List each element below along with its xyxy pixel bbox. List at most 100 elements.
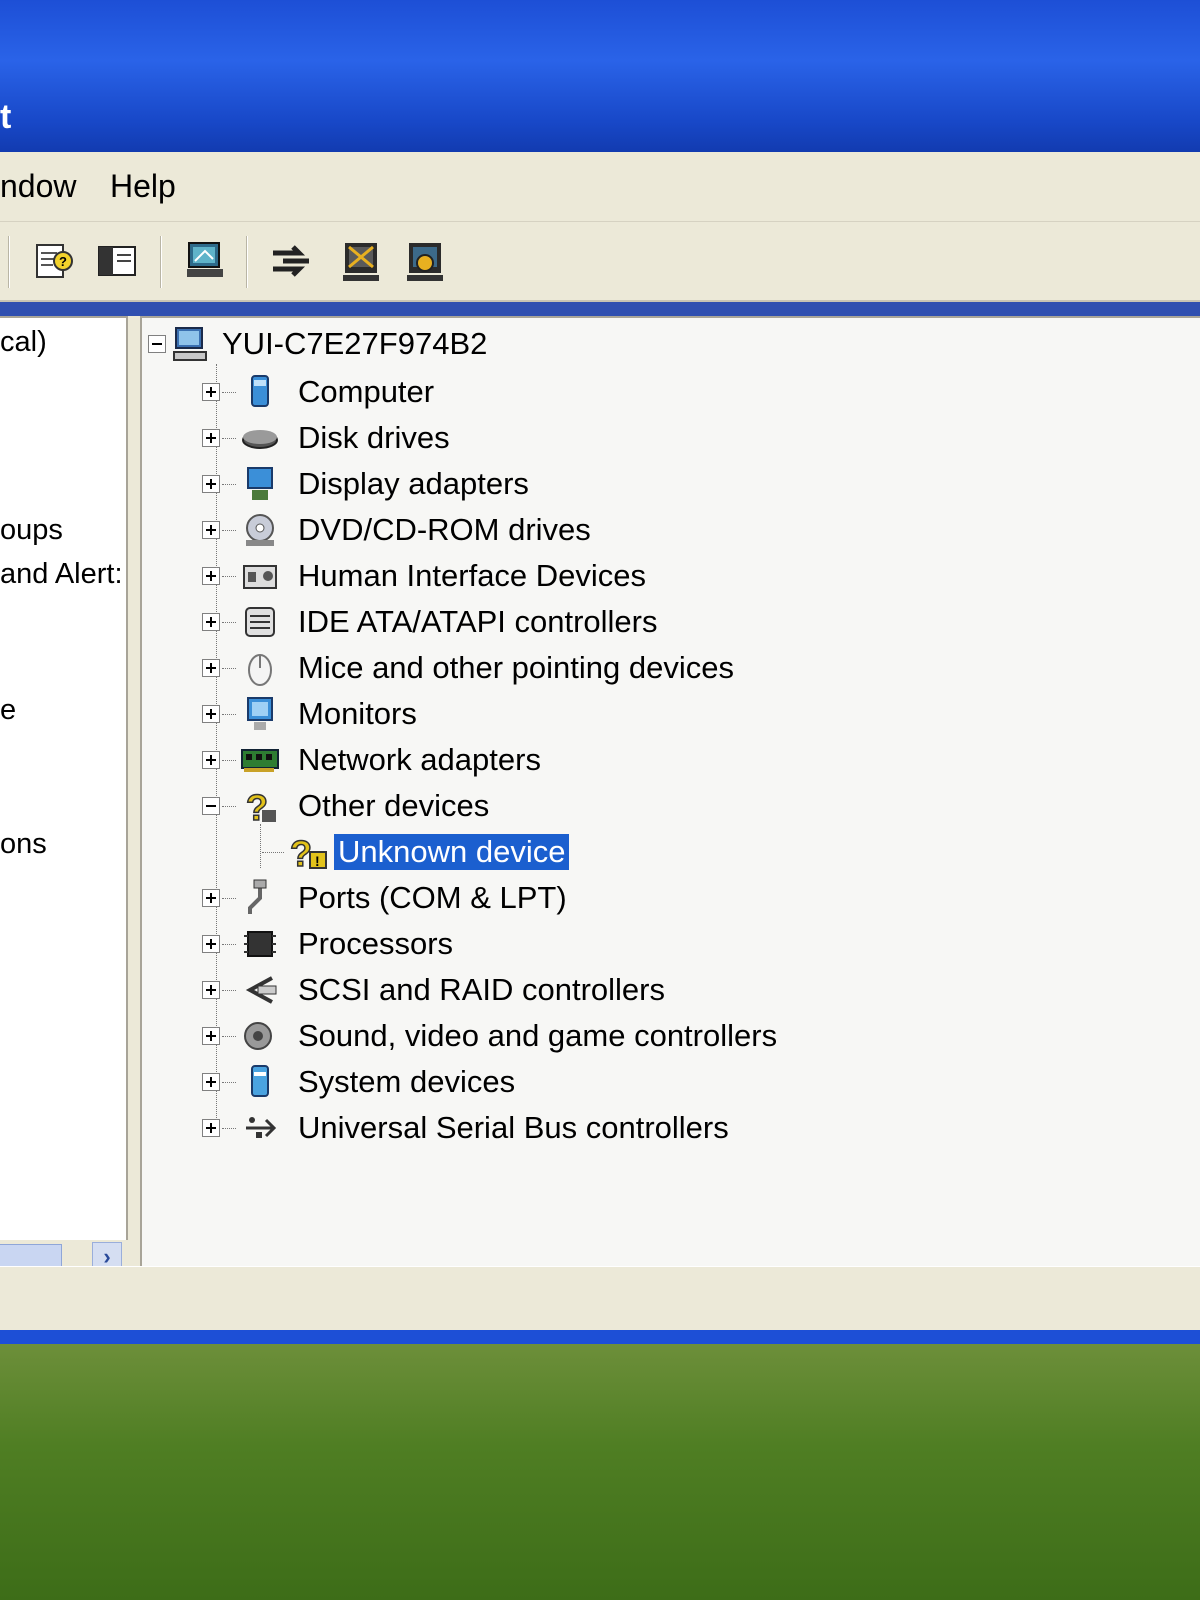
device-category-label: Ports (COM & LPT): [298, 880, 567, 915]
ide-controller-icon: [240, 602, 280, 642]
device-category-label: Sound, video and game controllers: [298, 1018, 778, 1053]
device-tree-pane: YUI-C7E27F974B2 Computer Disk drives Displ…: [140, 316, 1200, 1266]
computer-name: YUI-C7E27F974B2: [222, 326, 488, 361]
device-row[interactable]: ?! Unknown device: [260, 830, 570, 874]
collapse-toggle[interactable]: [148, 335, 166, 353]
device-category-row[interactable]: System devices: [202, 1060, 519, 1104]
toolbar-separator: [160, 236, 162, 288]
expand-toggle[interactable]: [202, 567, 220, 585]
tree-connector: [222, 667, 236, 669]
dvd-drive-icon: [240, 510, 280, 550]
device-category-row[interactable]: Monitors: [202, 692, 421, 736]
console-tree-item[interactable]: ons: [0, 828, 47, 861]
disable-device-icon: [343, 243, 379, 281]
expand-toggle[interactable]: [202, 1119, 220, 1137]
monitor-icon: [240, 694, 280, 734]
show-hide-tree-button[interactable]: [92, 236, 142, 286]
window-frame-bottom: [0, 1330, 1200, 1344]
display-adapter-icon: [240, 464, 280, 504]
tree-connector: [222, 759, 236, 761]
expand-toggle[interactable]: [202, 751, 220, 769]
expand-toggle[interactable]: [202, 889, 220, 907]
device-category-label: Processors: [298, 926, 454, 961]
device-category-row[interactable]: Ports (COM & LPT): [202, 876, 571, 920]
console-tree-item[interactable]: e: [0, 694, 16, 727]
tree-connector: [222, 1127, 236, 1129]
expand-toggle[interactable]: [202, 521, 220, 539]
disable-device-button[interactable]: [336, 236, 386, 286]
expand-toggle[interactable]: [202, 475, 220, 493]
device-category-row[interactable]: SCSI and RAID controllers: [202, 968, 669, 1012]
tree-connector: [222, 989, 236, 991]
device-category-row[interactable]: Network adapters: [202, 738, 545, 782]
expand-toggle[interactable]: [202, 659, 220, 677]
svg-text:!: !: [315, 853, 320, 869]
computer-icon: [240, 372, 280, 412]
console-tree-item[interactable]: oups: [0, 514, 63, 547]
device-category-row[interactable]: Universal Serial Bus controllers: [202, 1106, 733, 1150]
menu-bar: ndow Help: [0, 152, 1200, 222]
update-driver-icon: [273, 245, 309, 277]
device-category-label: Network adapters: [298, 742, 541, 777]
uninstall-device-icon: [407, 243, 443, 281]
device-category-row[interactable]: Computer: [202, 370, 438, 414]
show-hide-console-tree-icon: [98, 246, 136, 276]
device-category-row[interactable]: DVD/CD-ROM drives: [202, 508, 595, 552]
device-category-label: System devices: [298, 1064, 516, 1099]
device-category-row[interactable]: Human Interface Devices: [202, 554, 650, 598]
device-category-row[interactable]: Processors: [202, 922, 457, 966]
port-icon: [240, 878, 280, 918]
device-category-label: Other devices: [298, 788, 490, 823]
expand-toggle[interactable]: [202, 1027, 220, 1045]
device-category-label: SCSI and RAID controllers: [298, 972, 665, 1007]
expand-toggle[interactable]: [202, 1073, 220, 1091]
tree-connector: [222, 943, 236, 945]
help-button[interactable]: ?: [28, 236, 78, 286]
expand-toggle[interactable]: [202, 429, 220, 447]
toolbar-separator: [246, 236, 248, 288]
uninstall-device-button[interactable]: [400, 236, 450, 286]
title-bar[interactable]: t: [0, 0, 1200, 152]
device-category-label: Monitors: [298, 696, 417, 731]
scan-hardware-button[interactable]: [180, 236, 230, 286]
expand-toggle[interactable]: [202, 981, 220, 999]
device-category-row[interactable]: IDE ATA/ATAPI controllers: [202, 600, 661, 644]
device-manager-screen: t ndow Help ? cal) oups and Alert: e ons…: [0, 0, 1200, 1600]
console-tree-item[interactable]: cal): [0, 326, 47, 359]
tree-root[interactable]: YUI-C7E27F974B2: [148, 322, 491, 366]
expand-toggle[interactable]: [202, 935, 220, 953]
device-category-row[interactable]: Disk drives: [202, 416, 454, 460]
device-category-row[interactable]: Mice and other pointing devices: [202, 646, 738, 690]
toolbar-separator: [8, 236, 10, 288]
status-bar: [0, 1266, 1200, 1330]
device-category-label: DVD/CD-ROM drives: [298, 512, 591, 547]
unknown-device-icon: ?!: [288, 832, 328, 872]
update-driver-button[interactable]: [266, 236, 316, 286]
console-tree-item[interactable]: and Alert:: [0, 558, 123, 591]
device-category-row[interactable]: Display adapters: [202, 462, 533, 506]
expand-toggle[interactable]: [202, 705, 220, 723]
collapse-toggle[interactable]: [202, 797, 220, 815]
device-category-label: Human Interface Devices: [298, 558, 647, 593]
network-adapter-icon: [240, 740, 280, 780]
tree-connector: [222, 805, 236, 807]
question-mark-icon: ?: [240, 786, 280, 826]
device-category-row[interactable]: ? Other devices: [202, 784, 493, 828]
tree-connector: [222, 897, 236, 899]
device-category-label: Mice and other pointing devices: [298, 650, 734, 685]
computer-root-icon: [170, 324, 210, 364]
expand-toggle[interactable]: [202, 383, 220, 401]
expand-toggle[interactable]: [202, 613, 220, 631]
system-device-icon: [240, 1062, 280, 1102]
tree-connector: [222, 621, 236, 623]
menu-help[interactable]: Help: [110, 168, 176, 205]
console-tree-pane[interactable]: cal) oups and Alert: e ons: [0, 316, 128, 1266]
device-category-label: IDE ATA/ATAPI controllers: [298, 604, 658, 639]
menu-window[interactable]: ndow: [0, 168, 77, 205]
mouse-icon: [240, 648, 280, 688]
help-icon: ?: [36, 244, 73, 278]
device-category-row[interactable]: Sound, video and game controllers: [202, 1014, 781, 1058]
pane-splitter[interactable]: [128, 316, 140, 1266]
scan-hardware-icon: [187, 242, 223, 277]
device-category-label: Computer: [298, 374, 435, 409]
